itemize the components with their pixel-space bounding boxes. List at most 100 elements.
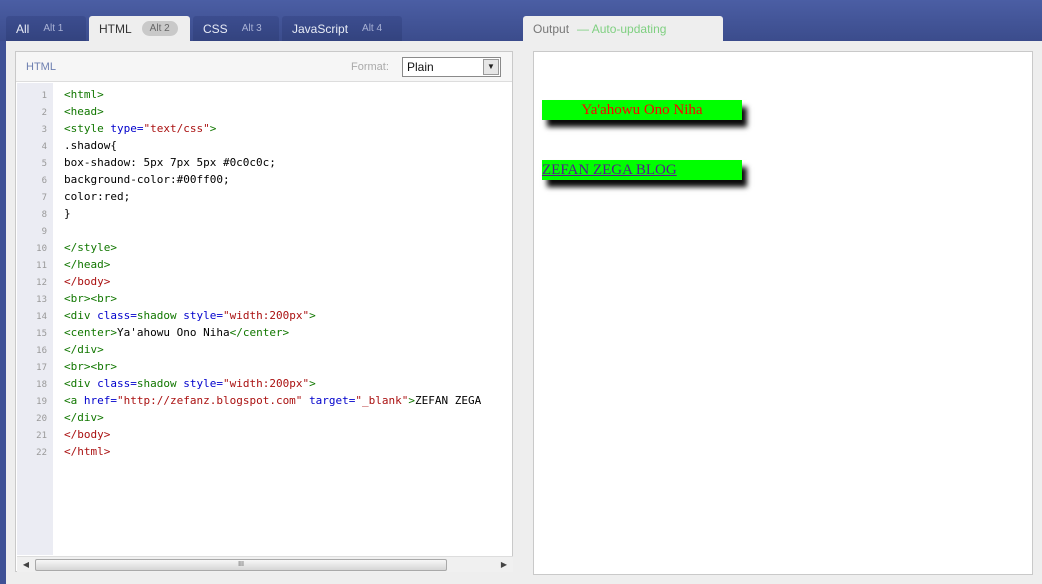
editor-title: HTML [26, 61, 56, 73]
code-line: .shadow{ [64, 137, 510, 154]
line-number: 22 [36, 448, 47, 458]
code-token: style= [183, 309, 223, 322]
line-number: 9 [41, 227, 47, 237]
code-token: target= [309, 394, 356, 407]
code-line: </body> [64, 426, 510, 443]
code-editor[interactable]: <html> <head> <style type="text/css"> .shad… [64, 86, 510, 556]
line-number: 3 [41, 125, 47, 135]
code-line: background-color:#00ff00; [64, 171, 510, 188]
code-line: <center>Ya'ahowu Ono Niha</center> [64, 324, 510, 341]
code-line: <head> [64, 103, 510, 120]
scrollbar-thumb[interactable]: III [35, 559, 447, 571]
line-number: 1 [41, 91, 47, 101]
tab-html-label: HTML [99, 21, 132, 36]
code-line: </div> [64, 409, 510, 426]
tab-output-label: Output [533, 21, 570, 36]
code-token: <center> [64, 326, 117, 339]
code-token: </body> [64, 428, 111, 441]
code-line: <style type="text/css"> [64, 120, 510, 137]
auto-updating-status: — Auto-updating [577, 21, 667, 36]
output-shadow-box-link: ZEFAN ZEGA BLOG [542, 160, 742, 180]
format-select-value: Plain [407, 60, 434, 74]
code-token: ZEFAN ZEGA [415, 394, 482, 407]
blog-link[interactable]: ZEFAN ZEGA BLOG [542, 162, 677, 178]
code-line: <a href="http://zefanz.blogspot.com" tar… [64, 392, 510, 409]
code-token: .shadow{ [64, 139, 117, 152]
code-token: </style> [64, 241, 117, 254]
code-token: Ya'ahowu Ono Niha [116, 326, 230, 339]
tab-javascript-label: JavaScript [292, 21, 349, 36]
code-token: </head> [64, 258, 111, 271]
code-token: <div [64, 309, 98, 322]
output-shadow-box-greeting: Ya'ahowu Ono Niha [542, 100, 742, 120]
tab-javascript-shortcut: Alt 4 [362, 23, 383, 34]
code-token: } [64, 207, 71, 220]
code-token: style= [183, 377, 223, 390]
code-token: class= [97, 309, 137, 322]
code-token: </div> [64, 411, 104, 424]
tab-css[interactable]: CSS Alt 3 [193, 16, 279, 41]
line-number: 18 [36, 380, 47, 390]
line-number: 4 [41, 142, 47, 152]
dropdown-arrow-icon[interactable]: ▼ [483, 59, 499, 75]
tab-output[interactable]: Output — Auto-updating [523, 16, 723, 41]
code-line: </style> [64, 239, 510, 256]
line-numbers: 1 2 3 4 5 6 7 8 9 10 11 12 13 14 15 16 17 18 19 20 21 22 [17, 88, 47, 462]
horizontal-scrollbar[interactable]: ◀ III ▶ [17, 556, 513, 572]
code-token: > [209, 122, 217, 135]
tab-css-label: CSS [203, 21, 228, 36]
code-line: </div> [64, 341, 510, 358]
line-number: 6 [41, 176, 47, 186]
line-number: 8 [41, 210, 47, 220]
code-line: } [64, 205, 510, 222]
line-number: 10 [36, 244, 47, 254]
code-token: </html> [64, 445, 111, 458]
line-number: 19 [36, 397, 47, 407]
code-token: "width:200px" [222, 377, 310, 390]
tab-all[interactable]: All Alt 1 [6, 16, 86, 41]
html-editor-panel: HTML Format: Plain ▼ 1 2 3 4 5 6 7 8 9 10 11 12 13 14… [15, 51, 513, 572]
code-token: box-shadow: 5px 7px 5px #0c0c0c; [64, 156, 276, 169]
code-line: color:red; [64, 188, 510, 205]
code-token: shadow [136, 309, 184, 322]
line-number: 7 [41, 193, 47, 203]
line-number: 5 [41, 159, 47, 169]
code-token: <style [64, 122, 111, 135]
code-token: href= [83, 394, 117, 407]
code-token: <html> [64, 88, 104, 101]
tab-all-shortcut: Alt 1 [43, 23, 64, 34]
line-number: 16 [36, 346, 47, 356]
tab-html-shortcut: Alt 2 [141, 21, 178, 36]
output-preview-panel: Ya'ahowu Ono Niha ZEFAN ZEGA BLOG [533, 51, 1033, 575]
line-number: 20 [36, 414, 47, 424]
code-token: > [309, 377, 316, 390]
line-number: 21 [36, 431, 47, 441]
code-token: <a [64, 394, 84, 407]
code-line: <div class=shadow style="width:200px"> [64, 375, 510, 392]
scroll-left-arrow-icon[interactable]: ◀ [19, 559, 33, 571]
code-line: <br><br> [64, 358, 510, 375]
format-select[interactable]: Plain ▼ [402, 57, 501, 77]
scroll-right-arrow-icon[interactable]: ▶ [497, 559, 511, 571]
greeting-text: Ya'ahowu Ono Niha [581, 102, 703, 118]
tab-all-label: All [16, 21, 30, 36]
tab-javascript[interactable]: JavaScript Alt 4 [282, 16, 402, 41]
line-number: 14 [36, 312, 47, 322]
code-line: </body> [64, 273, 510, 290]
format-label: Format: [351, 61, 389, 73]
code-token: <br><br> [64, 360, 117, 373]
code-token: </div> [64, 343, 104, 356]
editor-header: HTML Format: Plain ▼ [16, 52, 512, 82]
code-token: </body> [64, 275, 111, 288]
line-number: 17 [36, 363, 47, 373]
line-number: 15 [36, 329, 47, 339]
code-token: background-color:#00ff00; [64, 173, 230, 186]
code-token: color:red; [64, 190, 131, 203]
code-line: </head> [64, 256, 510, 273]
code-line: <html> [64, 86, 510, 103]
code-line: </html> [64, 443, 510, 460]
tab-css-shortcut: Alt 3 [241, 23, 262, 34]
code-token: "_blank" [355, 394, 409, 407]
tab-html[interactable]: HTML Alt 2 [89, 16, 190, 41]
